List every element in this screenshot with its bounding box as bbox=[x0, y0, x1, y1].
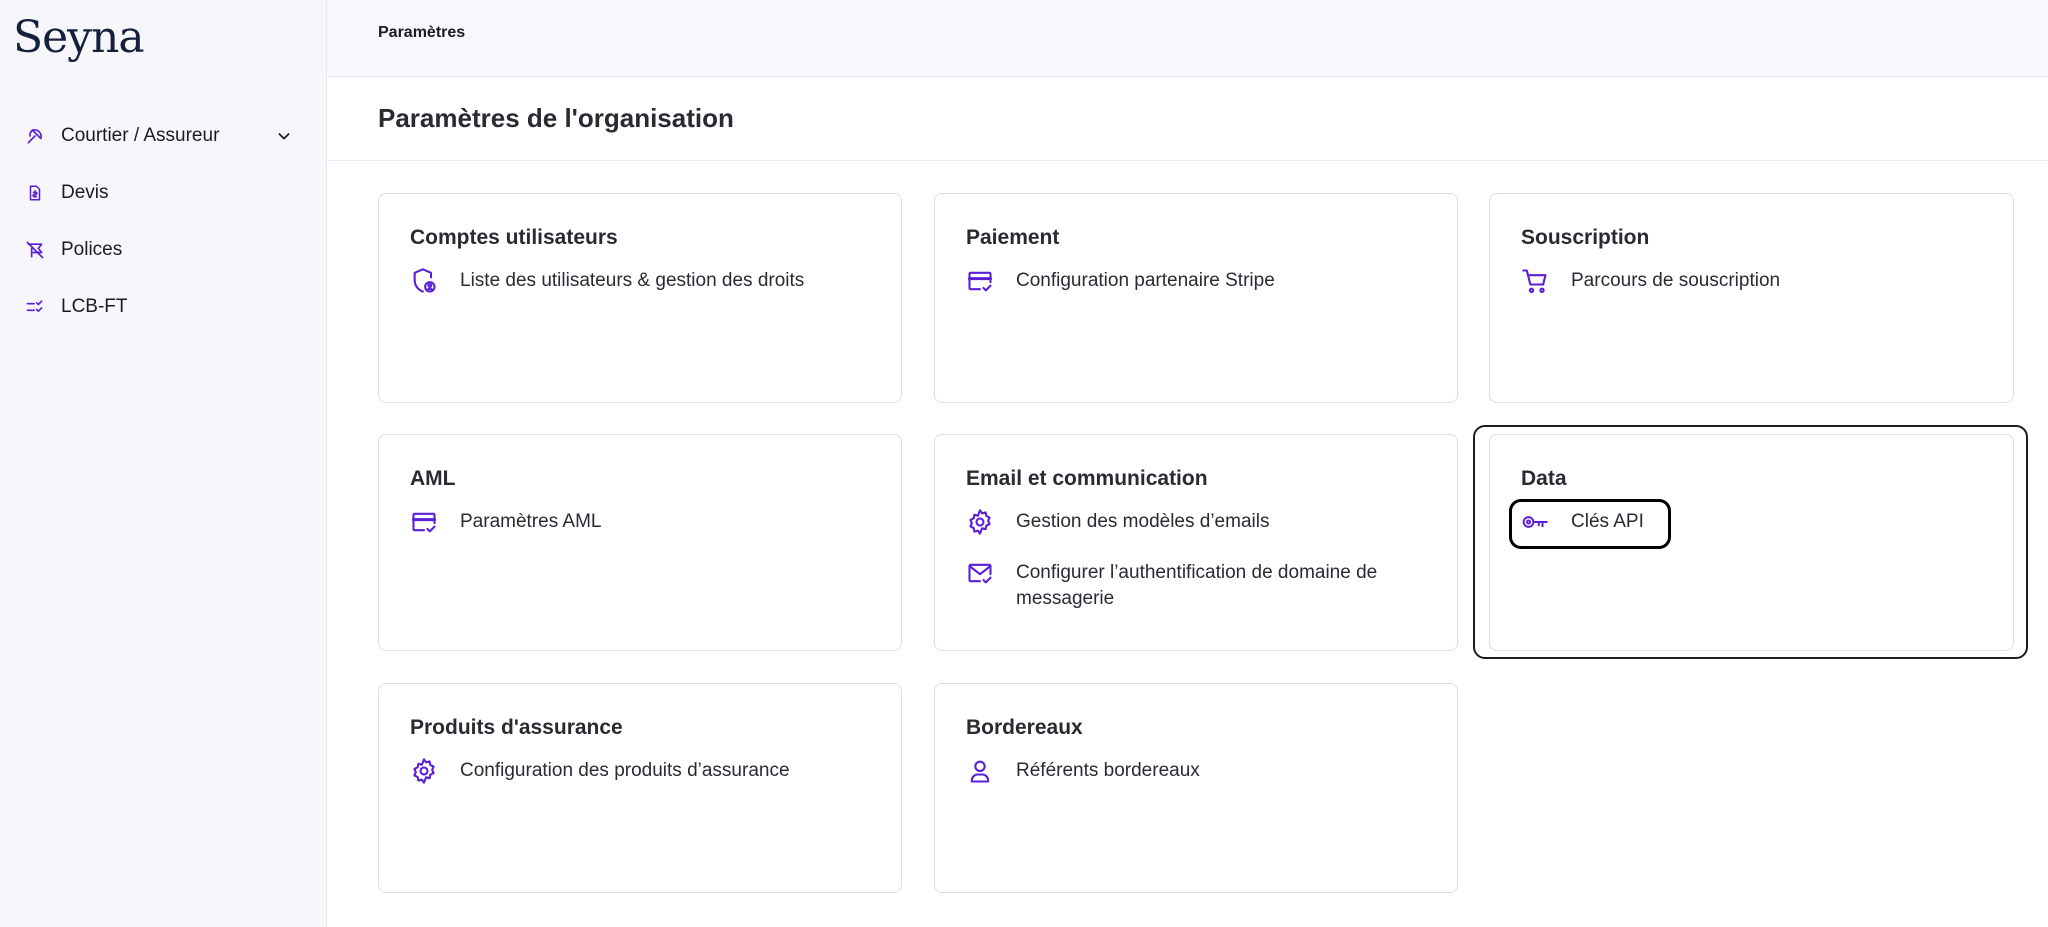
card-link-authentification-domaine[interactable]: Configurer l’authentification de domaine… bbox=[966, 560, 1427, 612]
cart-icon bbox=[1521, 267, 1549, 295]
umbrella-icon bbox=[24, 125, 46, 147]
sidebar-item-label: Polices bbox=[61, 238, 123, 260]
card-bordereaux: Bordereaux Référents bordereaux bbox=[934, 683, 1458, 893]
sidebar-item-polices[interactable]: Polices bbox=[0, 221, 327, 278]
sidebar: Seyna Courtier / Assureur Devis Polices bbox=[0, 0, 327, 927]
card-link-parametres-aml[interactable]: Paramètres AML bbox=[410, 509, 871, 536]
card-title: AML bbox=[410, 467, 456, 490]
card-email-communication: Email et communication Gestion des modèl… bbox=[934, 434, 1458, 651]
card-link-cles-api[interactable]: Clés API bbox=[1509, 499, 1983, 549]
card-aml: AML Paramètres AML bbox=[378, 434, 902, 651]
card-title: Souscription bbox=[1521, 226, 1650, 249]
sidebar-item-devis[interactable]: Devis bbox=[0, 164, 327, 221]
card-link-liste-utilisateurs[interactable]: Liste des utilisateurs & gestion des dro… bbox=[410, 268, 871, 295]
card-title: Email et communication bbox=[966, 467, 1208, 490]
card-link-label: Paramètres AML bbox=[460, 511, 602, 532]
card-link-configuration-produits[interactable]: Configuration des produits d’assurance bbox=[410, 758, 871, 785]
mail-check-icon bbox=[966, 559, 994, 587]
gear-icon bbox=[410, 757, 438, 785]
card-title: Bordereaux bbox=[966, 716, 1083, 739]
key-icon bbox=[1521, 508, 1549, 536]
card-title: Data bbox=[1521, 467, 1567, 490]
card-link-modeles-emails[interactable]: Gestion des modèles d’emails bbox=[966, 509, 1427, 536]
card-data: Data Clés API bbox=[1489, 434, 2014, 651]
card-link-label: Configuration partenaire Stripe bbox=[1016, 270, 1275, 291]
credit-card-check-icon bbox=[410, 508, 438, 536]
sidebar-item-lcb-ft[interactable]: LCB-FT bbox=[0, 278, 327, 335]
sidebar-item-label: LCB-FT bbox=[61, 295, 128, 317]
chevron-down-icon[interactable] bbox=[275, 127, 293, 145]
checklist-icon bbox=[24, 296, 46, 318]
umbrella-off-icon bbox=[24, 239, 46, 261]
card-title: Paiement bbox=[966, 226, 1060, 249]
card-souscription: Souscription Parcours de souscription bbox=[1489, 193, 2014, 403]
sidebar-item-label: Courtier / Assureur bbox=[61, 124, 220, 146]
card-produits-assurance: Produits d'assurance Configuration des p… bbox=[378, 683, 902, 893]
gear-icon bbox=[966, 508, 994, 536]
card-link-label: Parcours de souscription bbox=[1571, 270, 1781, 291]
card-link-label: Référents bordereaux bbox=[1016, 760, 1200, 781]
person-icon bbox=[966, 757, 994, 785]
breadcrumb-item[interactable]: Paramètres bbox=[378, 24, 465, 41]
card-link-label: Configurer l’authentification de domaine… bbox=[1016, 562, 1378, 609]
card-link-stripe[interactable]: Configuration partenaire Stripe bbox=[966, 268, 1427, 295]
card-title: Produits d'assurance bbox=[410, 716, 623, 739]
card-comptes-utilisateurs: Comptes utilisateurs Liste des utilisate… bbox=[378, 193, 902, 403]
document-icon bbox=[24, 182, 46, 204]
card-paiement: Paiement Configuration partenaire Stripe bbox=[934, 193, 1458, 403]
card-link-label: Clés API bbox=[1571, 511, 1644, 532]
main-content: Paramètres Paramètres de l'organisation … bbox=[327, 0, 2048, 927]
card-link-parcours-souscription[interactable]: Parcours de souscription bbox=[1521, 268, 1983, 295]
logo[interactable]: Seyna bbox=[13, 12, 145, 63]
sidebar-nav: Courtier / Assureur Devis Polices LCB-FT bbox=[0, 107, 327, 335]
page-title: Paramètres de l'organisation bbox=[378, 103, 734, 133]
sidebar-item-label: Devis bbox=[61, 181, 109, 203]
card-link-label: Liste des utilisateurs & gestion des dro… bbox=[460, 270, 805, 291]
card-link-label: Configuration des produits d’assurance bbox=[460, 760, 790, 781]
card-link-referents-bordereaux[interactable]: Référents bordereaux bbox=[966, 758, 1427, 785]
breadcrumb: Paramètres bbox=[327, 0, 2048, 77]
sidebar-item-courtier-assureur[interactable]: Courtier / Assureur bbox=[0, 107, 327, 164]
card-title: Comptes utilisateurs bbox=[410, 226, 618, 249]
card-link-label: Gestion des modèles d’emails bbox=[1016, 511, 1270, 532]
credit-card-check-icon bbox=[966, 267, 994, 295]
shield-user-icon bbox=[410, 267, 438, 295]
page-header: Paramètres de l'organisation bbox=[327, 77, 2048, 161]
